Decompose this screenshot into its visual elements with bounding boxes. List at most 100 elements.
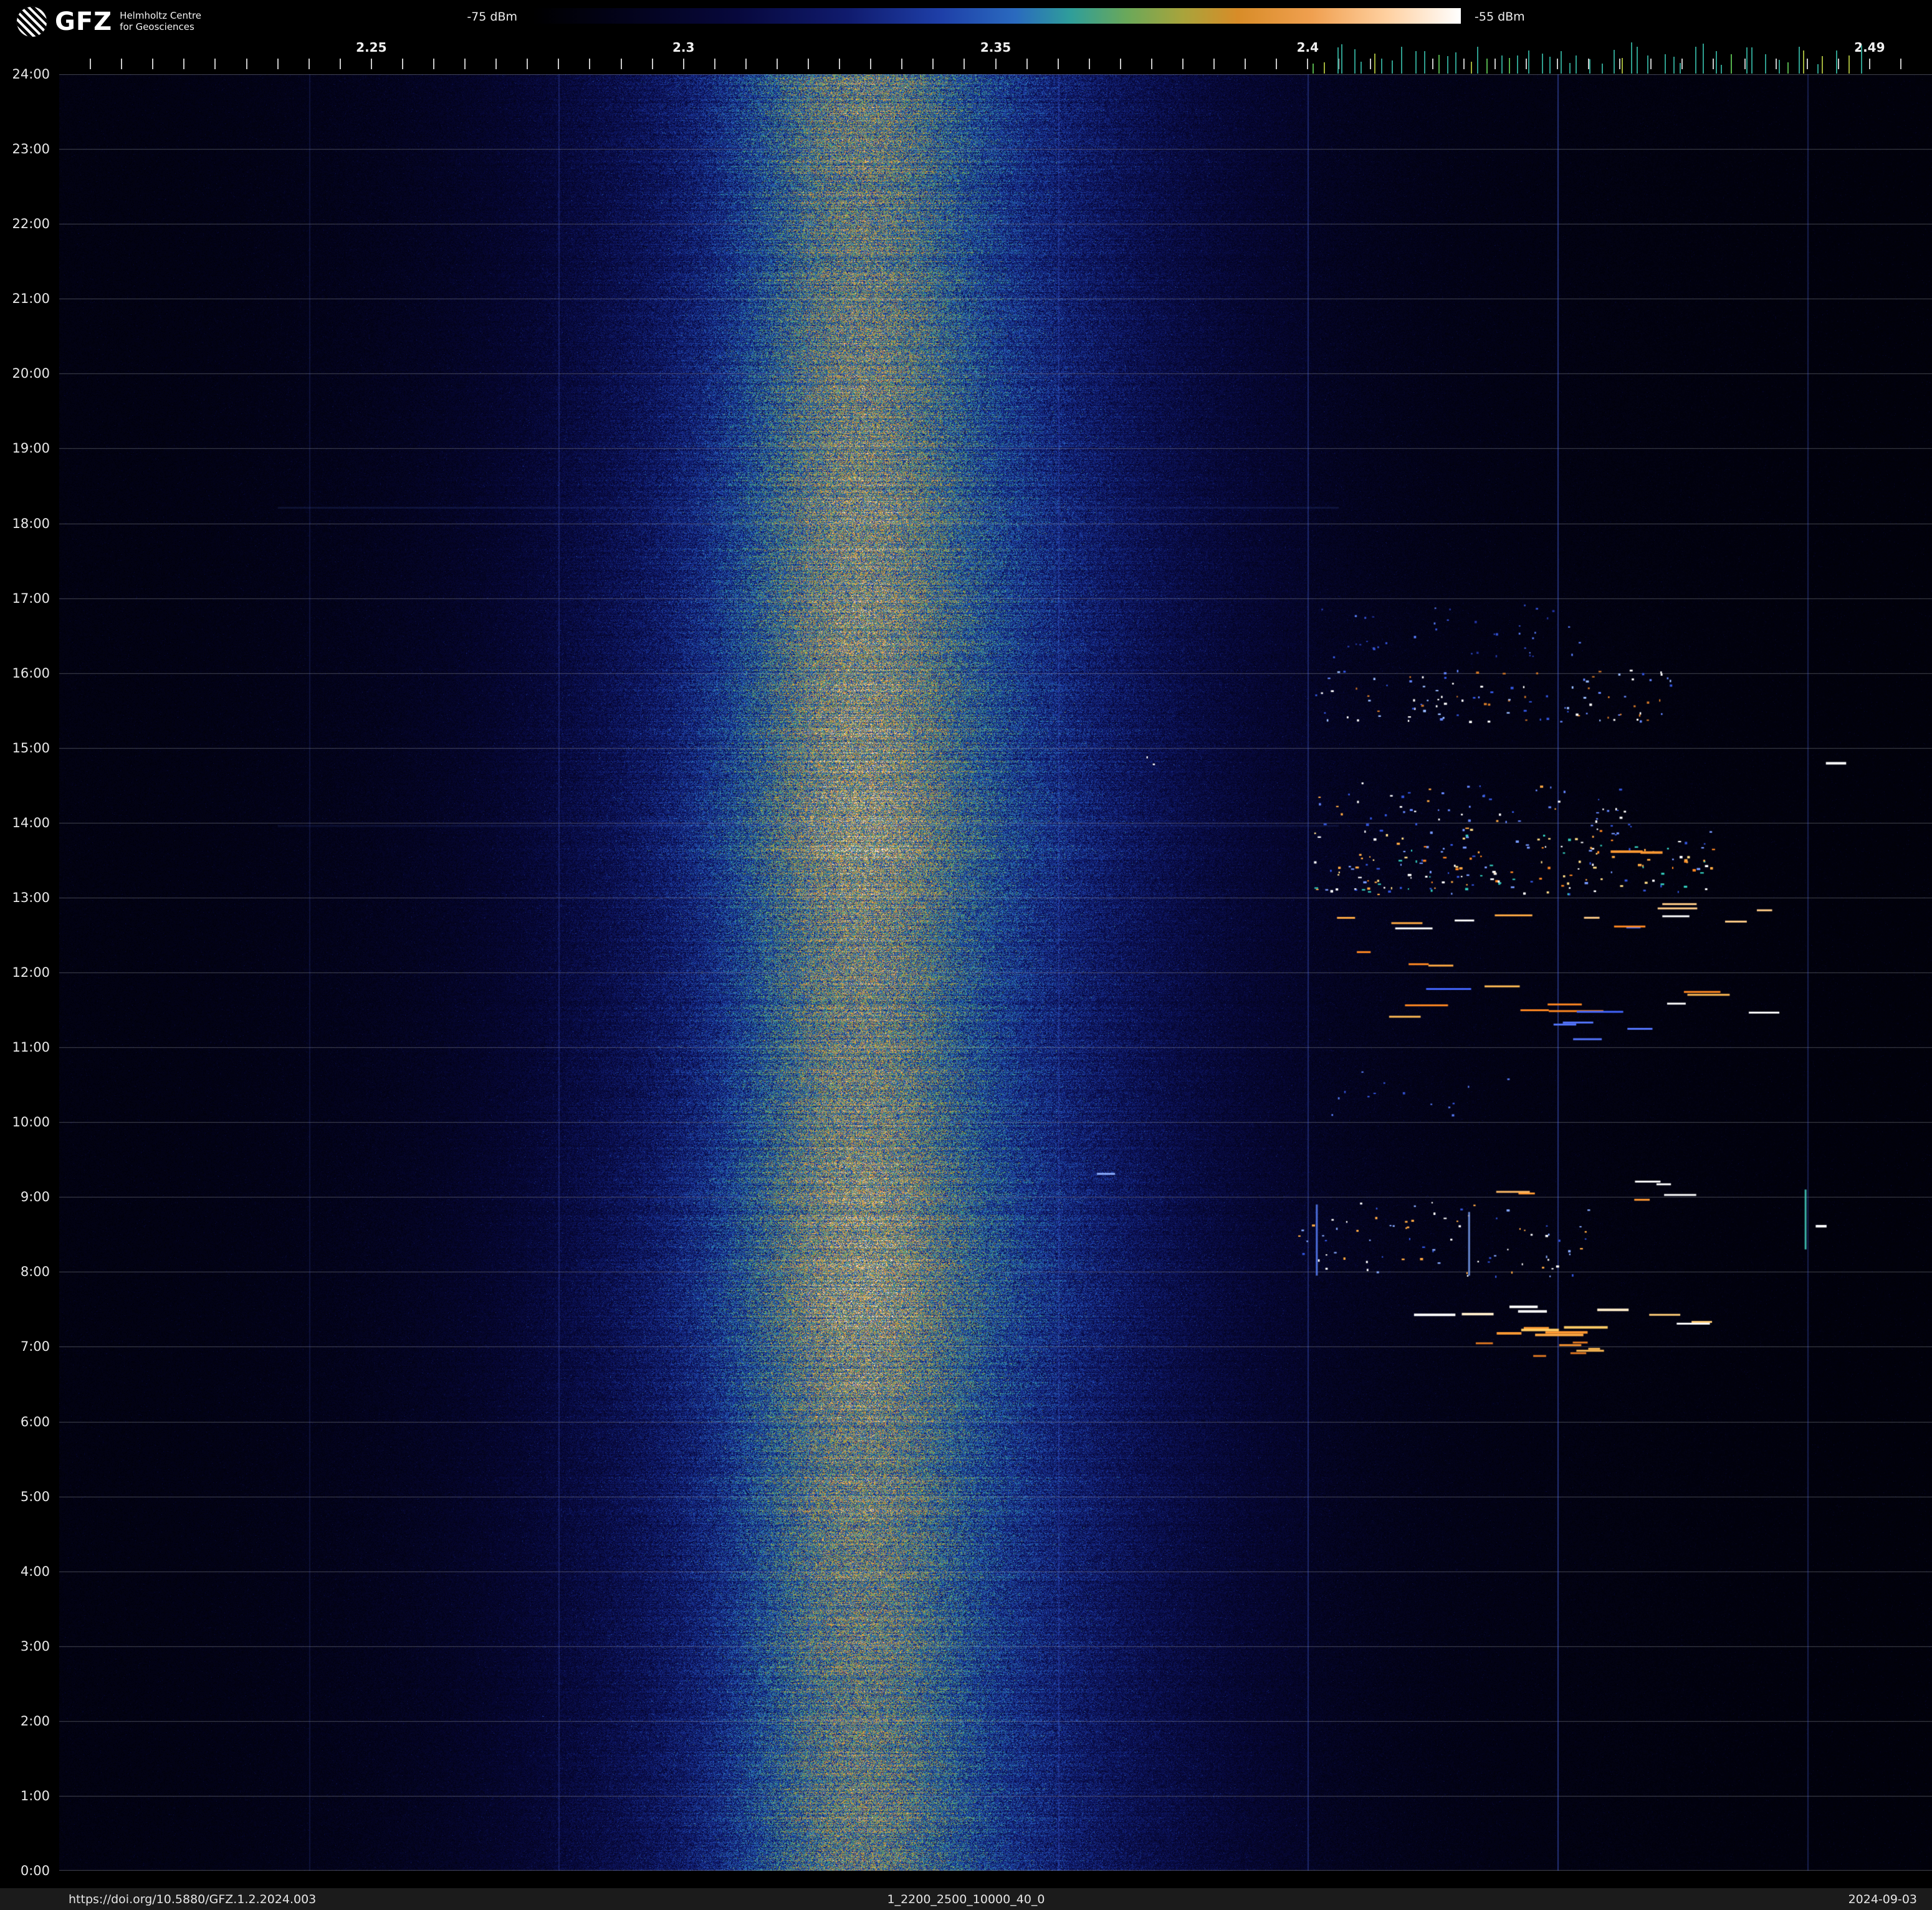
activity-tick bbox=[1695, 47, 1697, 74]
activity-tick bbox=[1822, 55, 1824, 74]
freq-minor-tick bbox=[1245, 59, 1246, 69]
time-tick-label: 3:00 bbox=[20, 1638, 50, 1654]
activity-tick bbox=[1799, 46, 1800, 74]
time-tick-label: 14:00 bbox=[12, 815, 50, 830]
colorbar-max-label: -55 dBm bbox=[1475, 10, 1525, 24]
freq-minor-tick bbox=[1588, 59, 1590, 69]
freq-minor-tick bbox=[1619, 59, 1621, 69]
freq-minor-tick bbox=[1900, 59, 1901, 69]
time-tick-label: 5:00 bbox=[20, 1489, 50, 1504]
freq-minor-tick bbox=[682, 59, 684, 69]
activity-tick bbox=[1647, 55, 1648, 74]
gfz-globe-icon bbox=[16, 6, 47, 37]
freq-minor-tick bbox=[183, 59, 185, 69]
activity-tick bbox=[1817, 64, 1819, 74]
spectrogram-canvas bbox=[59, 74, 1932, 1871]
time-tick-label: 12:00 bbox=[12, 965, 50, 980]
freq-minor-tick bbox=[1525, 59, 1527, 69]
freq-minor-tick bbox=[870, 59, 872, 69]
freq-minor-tick bbox=[339, 59, 341, 69]
freq-minor-tick bbox=[1400, 59, 1402, 69]
freq-minor-tick bbox=[1026, 59, 1028, 69]
freq-minor-tick bbox=[776, 59, 778, 69]
activity-tick bbox=[1323, 62, 1325, 74]
freq-minor-tick bbox=[527, 59, 528, 69]
activity-tick bbox=[1673, 57, 1675, 74]
time-tick-label: 22:00 bbox=[12, 216, 50, 232]
time-tick-label: 18:00 bbox=[12, 516, 50, 531]
freq-minor-tick bbox=[214, 59, 216, 69]
freq-minor-tick bbox=[1837, 59, 1839, 69]
time-tick-label: 10:00 bbox=[12, 1115, 50, 1130]
freq-minor-tick bbox=[714, 59, 715, 69]
freq-minor-tick bbox=[558, 59, 560, 69]
activity-tick bbox=[1679, 62, 1681, 74]
freq-minor-tick bbox=[370, 59, 372, 69]
time-tick-label: 9:00 bbox=[20, 1189, 50, 1205]
activity-tick bbox=[1787, 62, 1789, 74]
activity-tick bbox=[1508, 58, 1510, 74]
freq-minor-tick bbox=[433, 59, 434, 69]
freq-minor-tick bbox=[1557, 59, 1558, 69]
freq-minor-tick bbox=[995, 59, 997, 69]
freq-minor-tick bbox=[651, 59, 653, 69]
activity-tick bbox=[1703, 43, 1705, 74]
activity-tick bbox=[1730, 54, 1732, 74]
activity-tick bbox=[1517, 55, 1519, 74]
activity-tick bbox=[1313, 64, 1314, 74]
activity-tick bbox=[1423, 51, 1425, 74]
activity-tick bbox=[1631, 42, 1633, 74]
time-tick-label: 7:00 bbox=[20, 1339, 50, 1355]
activity-tick bbox=[1569, 63, 1571, 74]
freq-tick-label: 2.4 bbox=[1296, 40, 1319, 55]
activity-tick bbox=[1337, 47, 1339, 74]
freq-minor-tick bbox=[1338, 59, 1340, 69]
activity-tick bbox=[1438, 55, 1440, 74]
freq-minor-tick bbox=[839, 59, 841, 69]
doi-link[interactable]: https://doi.org/10.5880/GFZ.1.2.2024.003 bbox=[69, 1893, 316, 1906]
time-tick-label: 24:00 bbox=[12, 67, 50, 82]
activity-tick bbox=[1589, 59, 1591, 74]
time-tick-label: 2:00 bbox=[20, 1713, 50, 1729]
time-tick-label: 17:00 bbox=[12, 590, 50, 606]
freq-minor-tick bbox=[1744, 59, 1746, 69]
gfz-logo-orgname: Helmholtz Centre for Geosciences bbox=[120, 11, 201, 32]
freq-minor-tick bbox=[495, 59, 497, 69]
freq-minor-tick bbox=[1057, 59, 1059, 69]
activity-tick bbox=[1486, 59, 1488, 74]
activity-tick bbox=[1665, 54, 1667, 74]
activity-tick bbox=[1392, 60, 1394, 74]
freq-minor-tick bbox=[901, 59, 903, 69]
colorbar-min-label: -75 dBm bbox=[467, 10, 517, 24]
activity-tick bbox=[1861, 45, 1863, 74]
dataset-name: 1_2200_2500_10000_40_0 bbox=[887, 1893, 1045, 1906]
freq-minor-tick bbox=[1369, 59, 1371, 69]
freq-minor-tick bbox=[152, 59, 154, 69]
freq-minor-tick bbox=[620, 59, 622, 69]
activity-tick bbox=[1560, 51, 1562, 74]
freq-minor-tick bbox=[1681, 59, 1683, 69]
freq-minor-tick bbox=[464, 59, 466, 69]
activity-tick bbox=[1637, 47, 1638, 74]
freq-minor-tick bbox=[1182, 59, 1184, 69]
activity-tick bbox=[1575, 55, 1577, 74]
time-tick-label: 11:00 bbox=[12, 1040, 50, 1055]
time-tick-label: 8:00 bbox=[20, 1264, 50, 1280]
time-tick-label: 19:00 bbox=[12, 441, 50, 456]
freq-minor-tick bbox=[1307, 59, 1309, 69]
time-tick-label: 1:00 bbox=[20, 1788, 50, 1803]
freq-minor-tick bbox=[308, 59, 310, 69]
activity-tick bbox=[1778, 59, 1780, 74]
freq-minor-tick bbox=[1213, 59, 1215, 69]
time-tick-label: 13:00 bbox=[12, 890, 50, 905]
activity-tick bbox=[1354, 49, 1356, 74]
activity-tick bbox=[1501, 55, 1503, 74]
activity-tick bbox=[1415, 51, 1417, 74]
activity-tick bbox=[1848, 55, 1850, 74]
time-tick-label: 15:00 bbox=[12, 740, 50, 756]
activity-tick bbox=[1374, 53, 1375, 74]
freq-minor-tick bbox=[1276, 59, 1278, 69]
activity-tick bbox=[1477, 46, 1479, 74]
activity-tick bbox=[1751, 47, 1753, 74]
time-tick-label: 6:00 bbox=[20, 1414, 50, 1429]
